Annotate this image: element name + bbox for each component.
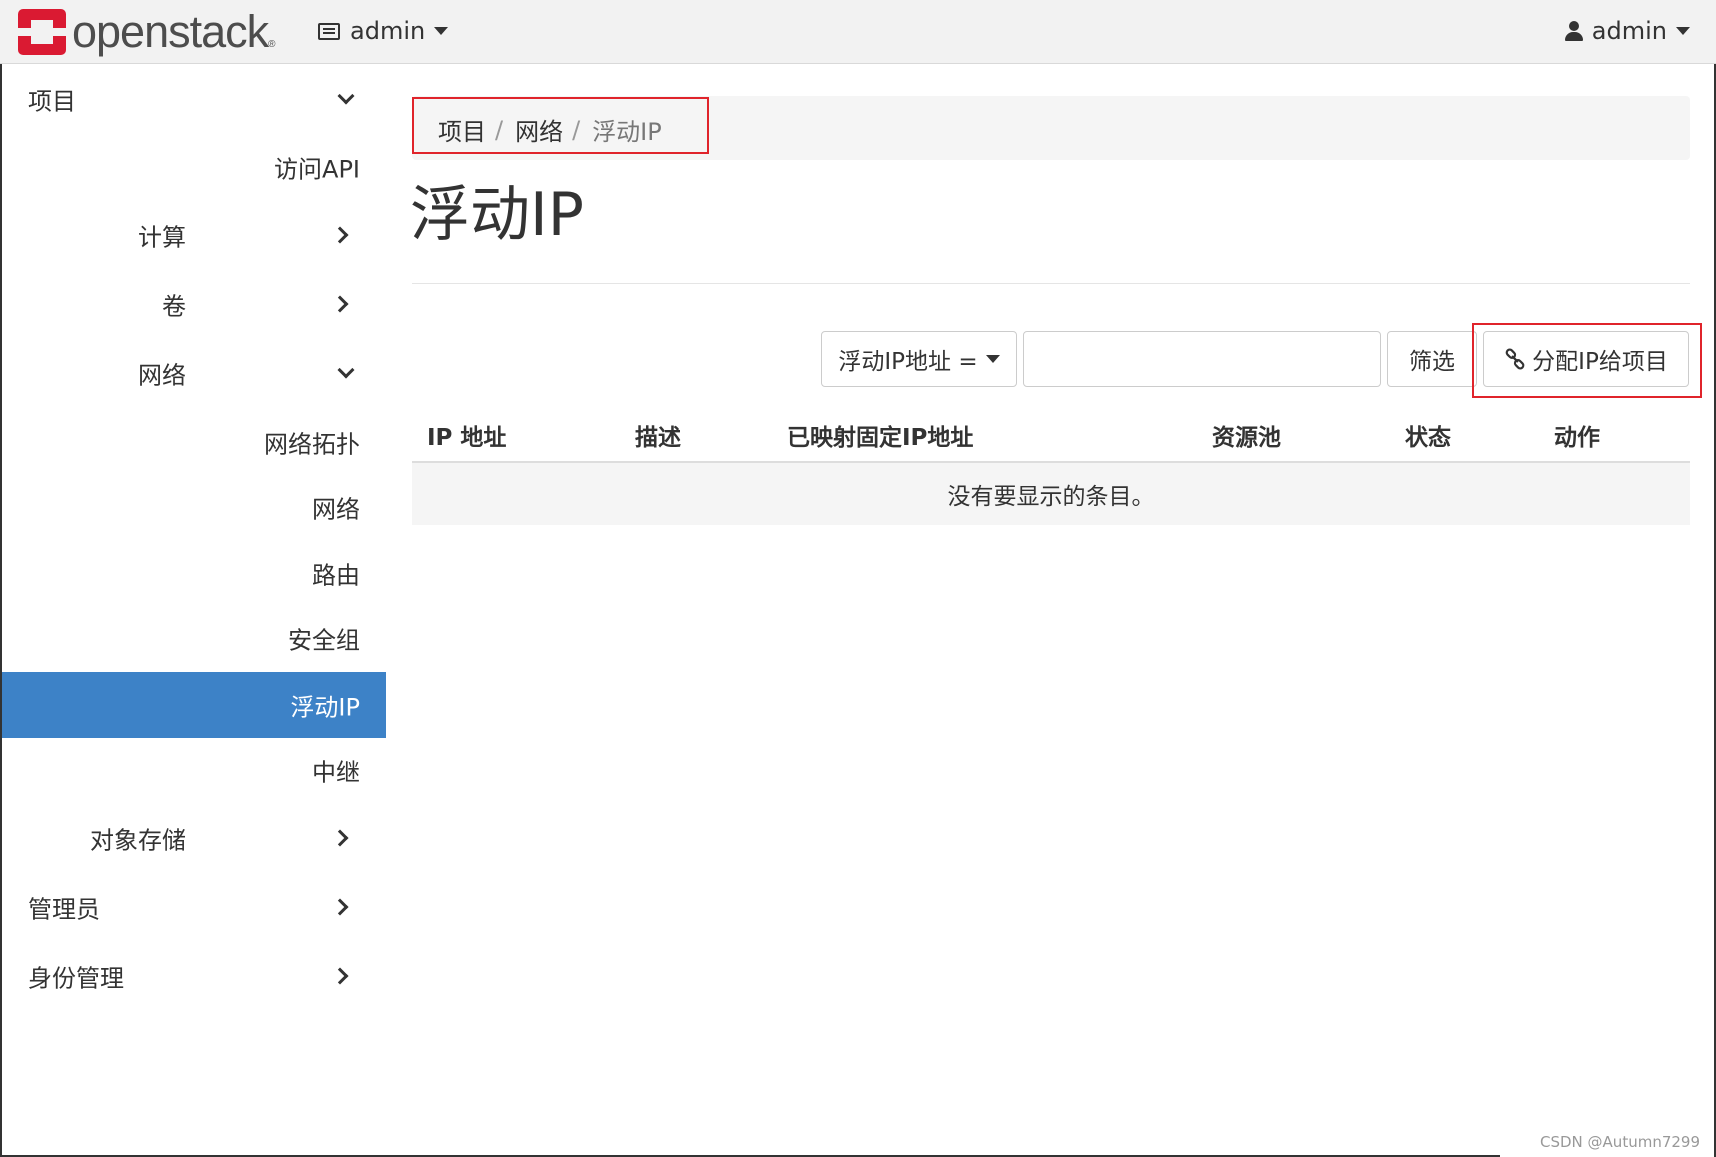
chevron-right-icon xyxy=(331,295,349,313)
sidebar-item-label: 安全组 xyxy=(288,626,360,655)
filter-field-label: 浮动IP地址 = xyxy=(838,349,978,375)
filter-field-select[interactable]: 浮动IP地址 = xyxy=(821,331,1017,387)
project-selector-label: admin xyxy=(350,17,426,45)
link-icon xyxy=(1505,348,1525,370)
sidebar-item-networks[interactable]: 网络 xyxy=(2,474,386,540)
sidebar-item-label: 计算 xyxy=(138,223,186,252)
filter-button[interactable]: 筛选 xyxy=(1387,331,1477,387)
table-header: IP 地址 描述 已映射固定IP地址 资源池 状态 动作 xyxy=(412,410,1690,463)
column-header-description[interactable]: 描述 xyxy=(635,418,681,452)
caret-down-icon xyxy=(434,27,449,35)
top-navbar: openstack® admin admin xyxy=(0,0,1716,64)
sidebar-item-identity[interactable]: 身份管理 xyxy=(2,943,386,1009)
column-header-pool[interactable]: 资源池 xyxy=(1212,418,1281,452)
sidebar-item-project[interactable]: 项目 xyxy=(2,66,386,132)
sidebar-item-label: 网络 xyxy=(312,495,360,524)
sidebar-item-label: 对象存储 xyxy=(90,826,186,855)
sidebar-item-compute[interactable]: 计算 xyxy=(2,202,386,268)
sidebar-item-network[interactable]: 网络 xyxy=(2,340,386,406)
sidebar-item-admin[interactable]: 管理员 xyxy=(2,874,386,940)
sidebar-item-label: 浮动IP xyxy=(290,693,360,722)
openstack-logo-icon xyxy=(18,9,66,55)
allocate-ip-button[interactable]: 分配IP给项目 xyxy=(1483,331,1689,387)
chevron-right-icon xyxy=(331,898,349,916)
title-divider xyxy=(412,283,1690,284)
sidebar-item-routers[interactable]: 路由 xyxy=(2,540,386,606)
sidebar: 项目 访问API 计算 卷 网络 网络拓扑 网络 路由 安全组 浮动IP 中继 … xyxy=(0,64,386,1157)
watermark: CSDN @Autumn7299 xyxy=(1540,1133,1700,1151)
chevron-right-icon xyxy=(331,829,349,847)
allocate-ip-button-label: 分配IP给项目 xyxy=(1532,349,1668,375)
sidebar-item-label: 卷 xyxy=(162,292,186,321)
project-list-icon xyxy=(318,22,340,40)
sidebar-item-label: 网络拓扑 xyxy=(264,430,360,459)
sidebar-item-floating-ips[interactable]: 浮动IP xyxy=(2,672,386,738)
sidebar-item-label: 项目 xyxy=(28,87,76,116)
chevron-right-icon xyxy=(331,967,349,985)
chevron-right-icon xyxy=(331,226,349,244)
sidebar-item-label: 路由 xyxy=(312,561,360,590)
sidebar-item-trunks[interactable]: 中继 xyxy=(2,737,386,803)
page-title: 浮动IP xyxy=(410,180,584,250)
sidebar-item-label: 访问API xyxy=(274,155,360,184)
sidebar-item-object-store[interactable]: 对象存储 xyxy=(2,805,386,871)
caret-down-icon xyxy=(985,355,1000,363)
sidebar-item-volumes[interactable]: 卷 xyxy=(2,271,386,337)
caret-down-icon xyxy=(1676,27,1690,35)
table-empty-message: 没有要显示的条目。 xyxy=(947,484,1155,510)
user-menu-dropdown[interactable]: admin xyxy=(1564,17,1690,45)
filter-input[interactable] xyxy=(1023,331,1381,387)
user-menu-label: admin xyxy=(1591,17,1667,45)
chevron-down-icon xyxy=(337,87,355,105)
sidebar-item-label: 网络 xyxy=(138,361,186,390)
project-selector-dropdown[interactable]: admin xyxy=(318,17,449,45)
sidebar-item-label: 身份管理 xyxy=(28,964,124,993)
sidebar-item-network-topology[interactable]: 网络拓扑 xyxy=(2,409,386,475)
logo-text: openstack® xyxy=(72,6,276,57)
breadcrumb-highlight-box xyxy=(412,97,709,154)
user-icon xyxy=(1564,21,1583,41)
column-header-actions: 动作 xyxy=(1554,425,1600,451)
openstack-logo[interactable]: openstack® xyxy=(18,6,276,57)
column-header-ip-address[interactable]: IP 地址 xyxy=(427,418,506,452)
sidebar-item-access-api[interactable]: 访问API xyxy=(2,134,386,200)
sidebar-item-label: 管理员 xyxy=(28,895,100,924)
column-header-mapped-fixed-ip[interactable]: 已映射固定IP地址 xyxy=(787,418,973,452)
sidebar-item-label: 中继 xyxy=(312,758,360,787)
chevron-down-icon xyxy=(337,361,355,379)
column-header-status[interactable]: 状态 xyxy=(1405,418,1451,452)
filter-button-label: 筛选 xyxy=(1409,349,1455,375)
sidebar-item-security-groups[interactable]: 安全组 xyxy=(2,605,386,671)
table-empty-row: 没有要显示的条目。 xyxy=(412,463,1690,525)
